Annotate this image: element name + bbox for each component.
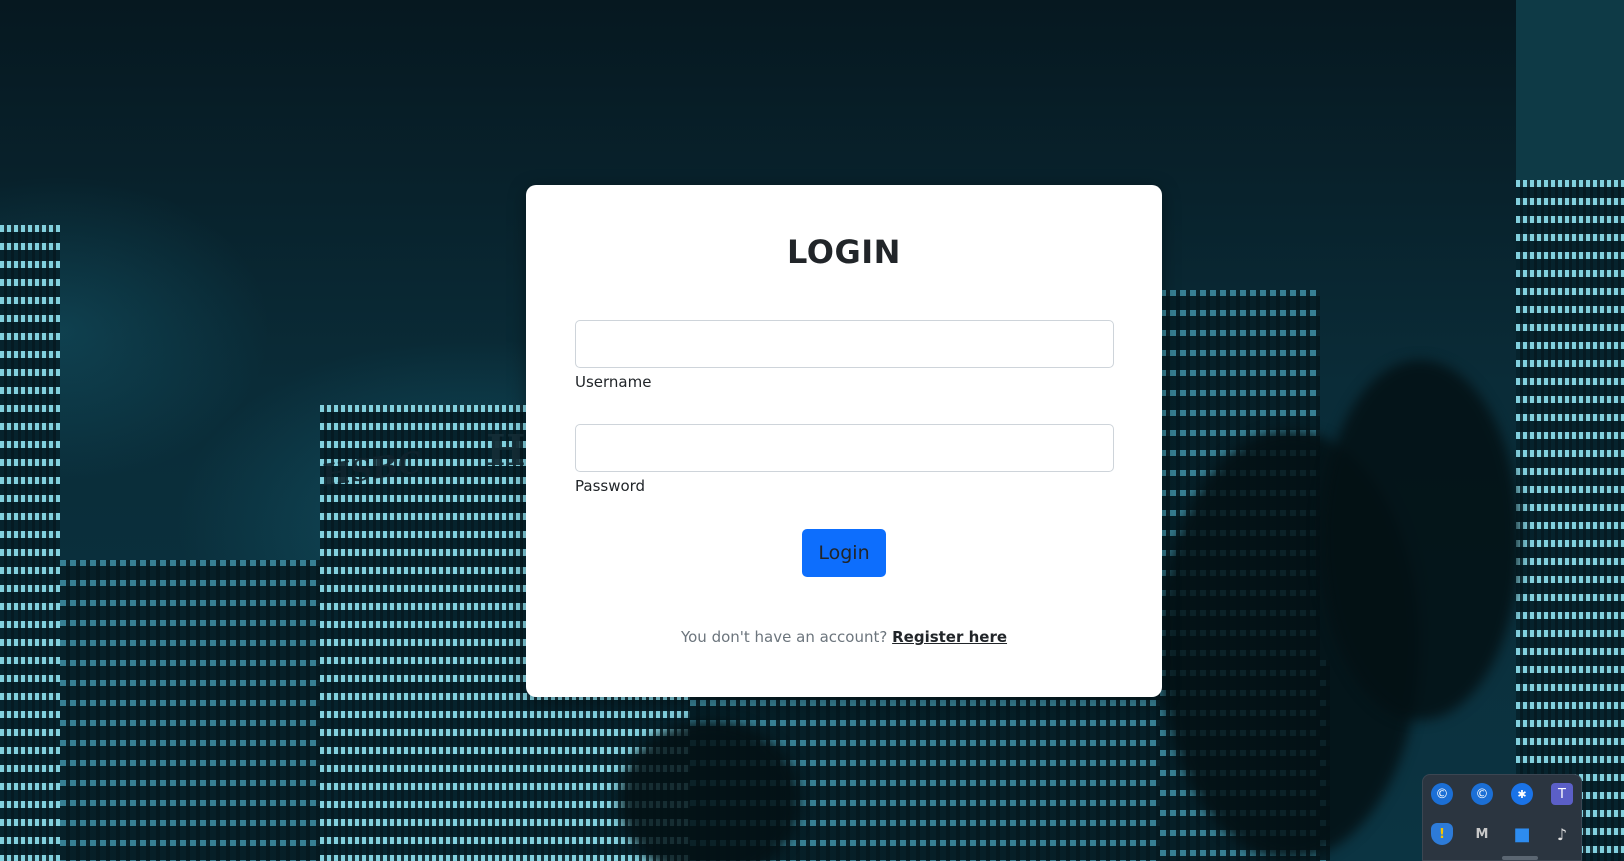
building-letter: H — [486, 426, 526, 475]
login-title: LOGIN — [787, 233, 901, 271]
register-prompt: You don't have an account? — [680, 628, 888, 646]
building-left — [0, 225, 60, 861]
register-link[interactable]: Register here — [892, 628, 1007, 646]
username-label: Username — [575, 373, 652, 391]
building-far-right — [1516, 180, 1624, 861]
teams-icon[interactable]: T — [1551, 783, 1573, 805]
tree-silhouette-2 — [1320, 360, 1520, 720]
bluetooth-icon[interactable]: ✱ — [1511, 783, 1533, 805]
building-left-low — [60, 560, 350, 861]
mcafee-icon[interactable]: M — [1471, 823, 1493, 845]
system-tray-flyout: © © ✱ T ! M ■ ♪ — [1422, 774, 1582, 861]
defender-warning-icon[interactable]: ! — [1431, 823, 1453, 845]
password-label: Password — [575, 477, 646, 495]
tray-handle[interactable] — [1502, 856, 1538, 860]
password-input[interactable] — [575, 424, 1114, 472]
edge-icon-1[interactable]: © — [1431, 783, 1453, 805]
app-icon[interactable]: ■ — [1511, 823, 1533, 845]
login-button[interactable]: Login — [802, 529, 886, 577]
username-input[interactable] — [575, 320, 1114, 368]
volume-icon[interactable]: ♪ — [1551, 823, 1573, 845]
login-card: LOGIN Username Password Login You don't … — [526, 185, 1162, 697]
edge-icon-2[interactable]: © — [1471, 783, 1493, 805]
register-prompt-line: You don't have an account? Register here — [526, 628, 1162, 646]
